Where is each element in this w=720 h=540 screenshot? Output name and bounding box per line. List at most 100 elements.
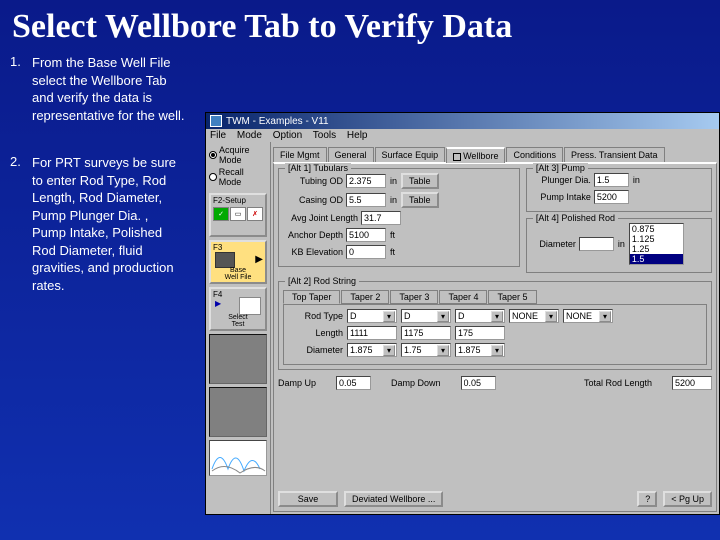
instructions-panel: 1. From the Base Well File select the We… (0, 46, 195, 325)
f2-setup-button[interactable]: F2-Setup ✓ ▭ ✗ (209, 193, 267, 237)
waveform-preview (209, 440, 267, 476)
tab-file-mgmt[interactable]: File Mgmt (273, 147, 327, 162)
tab-surface-equip[interactable]: Surface Equip (375, 147, 446, 162)
kb-elevation-input[interactable] (346, 245, 386, 259)
dia-combo-1[interactable]: 1.875 (347, 343, 397, 357)
tab-taper-2[interactable]: Taper 2 (341, 290, 389, 304)
dia-combo-3[interactable]: 1.875 (455, 343, 505, 357)
anchor-depth-input[interactable] (346, 228, 386, 242)
anchor-depth-label: Anchor Depth (283, 230, 343, 240)
dia-combo-2[interactable]: 1.75 (401, 343, 451, 357)
slide-title: Select Wellbore Tab to Verify Data (0, 0, 720, 46)
menubar[interactable]: File Mode Option Tools Help (206, 129, 719, 142)
preview-box-2 (209, 387, 267, 437)
taper-tabs: Top Taper Taper 2 Taper 3 Taper 4 Taper … (283, 290, 707, 304)
casing-od-input[interactable] (346, 193, 386, 207)
play-icon: ▶ (215, 299, 221, 308)
radio-acquire[interactable] (209, 151, 217, 159)
step-1-number: 1. (10, 54, 32, 124)
deviated-wellbore-button[interactable]: Deviated Wellbore ... (344, 491, 443, 507)
casing-table-button[interactable]: Table (401, 192, 439, 208)
tubing-od-label: Tubing OD (283, 176, 343, 186)
menu-tools[interactable]: Tools (313, 130, 336, 141)
radio-recall-label: Recall Mode (219, 167, 267, 187)
plunger-dia-label: Plunger Dia. (531, 175, 591, 185)
page-up-button[interactable]: < Pg Up (663, 491, 712, 507)
avg-joint-label: Avg Joint Length (283, 213, 358, 223)
damp-down-input[interactable] (461, 376, 496, 390)
rod-type-combo-2[interactable]: D (401, 309, 451, 323)
length-input-2[interactable] (401, 326, 451, 340)
check-icon: ✓ (213, 207, 229, 221)
well-icon (215, 252, 235, 268)
tab-taper-3[interactable]: Taper 3 (390, 290, 438, 304)
damp-up-input[interactable] (336, 376, 371, 390)
tubing-od-input[interactable] (346, 174, 386, 188)
tab-general[interactable]: General (328, 147, 374, 162)
f4-select-test-button[interactable]: F4 ▶ SelectTest (209, 287, 267, 331)
casing-od-label: Casing OD (283, 195, 343, 205)
radio-recall[interactable] (209, 173, 217, 181)
tubing-table-button[interactable]: Table (401, 173, 439, 189)
tab-taper-4[interactable]: Taper 4 (439, 290, 487, 304)
rod-diameter-input[interactable] (579, 237, 614, 251)
pump-fieldset: [Alt 3] Pump Plunger Dia. in Pump Intake (526, 168, 712, 212)
rod-type-combo-1[interactable]: D (347, 309, 397, 323)
total-rod-length-label: Total Rod Length (584, 378, 652, 388)
pump-intake-label: Pump Intake (531, 192, 591, 202)
polished-rod-legend: [Alt 4] Polished Rod (533, 213, 618, 223)
damp-up-label: Damp Up (278, 378, 316, 388)
length-input-1[interactable] (347, 326, 397, 340)
app-window: TWM - Examples - V11 File Mode Option To… (205, 112, 720, 515)
step-2-number: 2. (10, 154, 32, 294)
tab-conditions[interactable]: Conditions (506, 147, 563, 162)
rod-string-legend: [Alt 2] Rod String (285, 276, 359, 286)
menu-mode[interactable]: Mode (237, 130, 262, 141)
tab-strip: File Mgmt General Surface Equip Wellbore… (273, 144, 717, 162)
total-rod-length-input[interactable] (672, 376, 712, 390)
right-panel: File Mgmt General Surface Equip Wellbore… (271, 142, 719, 514)
menu-option[interactable]: Option (273, 130, 302, 141)
menu-file[interactable]: File (210, 130, 226, 141)
tab-taper-5[interactable]: Taper 5 (488, 290, 536, 304)
plunger-dia-input[interactable] (594, 173, 629, 187)
rod-type-combo-4[interactable]: NONE (509, 309, 559, 323)
rod-diameter-listbox[interactable]: 0.875 1.125 1.25 1.5 (629, 223, 684, 265)
help-button[interactable]: ? (637, 491, 657, 507)
tab-wellbore[interactable]: Wellbore (446, 147, 505, 163)
polished-rod-fieldset: [Alt 4] Polished Rod Diameter in 0.875 1… (526, 218, 712, 273)
rod-dia-label: Diameter (288, 345, 343, 355)
rod-diameter-label: Diameter (531, 239, 576, 249)
rod-type-combo-5[interactable]: NONE (563, 309, 613, 323)
rod-type-combo-3[interactable]: D (455, 309, 505, 323)
length-input-3[interactable] (455, 326, 505, 340)
pump-legend: [Alt 3] Pump (533, 163, 588, 173)
tubulars-legend: [Alt 1] Tubulars (285, 163, 351, 173)
save-button[interactable]: Save (278, 491, 338, 507)
rod-type-label: Rod Type (288, 311, 343, 321)
arrow-right-icon: ▶ (255, 254, 263, 265)
left-panel: Acquire Mode Recall Mode F2-Setup ✓ ▭ ✗ … (206, 142, 271, 514)
tubulars-fieldset: [Alt 1] Tubulars Tubing OD in Table Casi… (278, 168, 520, 267)
tab-top-taper[interactable]: Top Taper (283, 290, 340, 304)
damp-down-label: Damp Down (391, 378, 441, 388)
pump-intake-input[interactable] (594, 190, 629, 204)
checkbox-icon (453, 153, 461, 161)
titlebar: TWM - Examples - V11 (206, 113, 719, 129)
kb-elevation-label: KB Elevation (283, 247, 343, 257)
unit-in: in (390, 176, 397, 186)
window-title: TWM - Examples - V11 (226, 116, 329, 127)
rod-string-fieldset: [Alt 2] Rod String Top Taper Taper 2 Tap… (278, 281, 712, 370)
device-icon: ▭ (230, 207, 246, 221)
tab-press-transient[interactable]: Press. Transient Data (564, 147, 665, 162)
f3-base-well-file-button[interactable]: F3 ▶ BaseWell File (209, 240, 267, 284)
doc-icon (239, 297, 261, 315)
menu-help[interactable]: Help (347, 130, 368, 141)
app-icon (210, 115, 222, 127)
wellbore-tab-content: [Alt 1] Tubulars Tubing OD in Table Casi… (273, 162, 717, 512)
avg-joint-input[interactable] (361, 211, 401, 225)
x-icon: ✗ (247, 207, 263, 221)
preview-box-1 (209, 334, 267, 384)
step-2-text: For PRT surveys be sure to enter Rod Typ… (32, 154, 185, 294)
step-1-text: From the Base Well File select the Wellb… (32, 54, 185, 124)
